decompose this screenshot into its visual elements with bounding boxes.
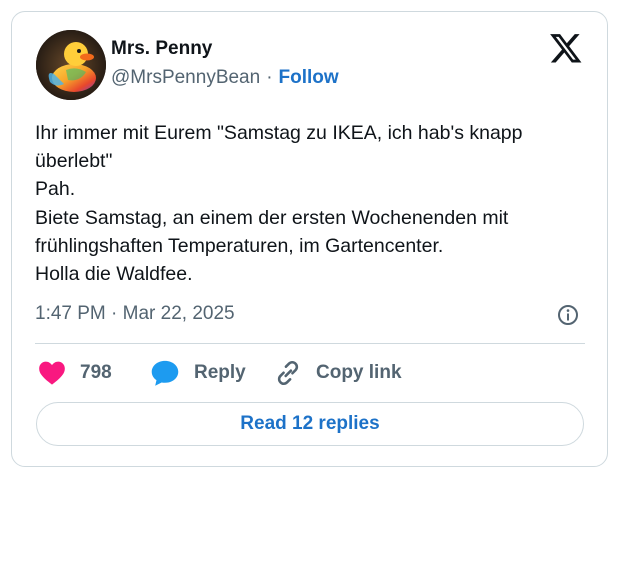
tweet-text-line: überlebt" xyxy=(35,150,113,173)
tweet-text-line: Biete Samstag, an einem der ersten Woche… xyxy=(35,206,509,229)
speech-bubble-icon xyxy=(151,360,179,386)
tweet-text-line: Ihr immer mit Eurem "Samstag zu IKEA, ic… xyxy=(35,122,523,144)
info-icon[interactable] xyxy=(556,303,580,327)
copy-link-label: Copy link xyxy=(316,362,402,383)
author-handle-row: @MrsPennyBean · Follow xyxy=(111,66,339,90)
follow-button[interactable]: Follow xyxy=(279,67,339,88)
divider xyxy=(35,343,585,344)
avatar[interactable] xyxy=(36,30,106,100)
reply-button[interactable]: Reply xyxy=(150,359,246,387)
author-name[interactable]: Mrs. Penny xyxy=(111,37,212,61)
like-count: 798 xyxy=(80,362,112,383)
tweet-text: Ihr immer mit Eurem "Samstag zu IKEA, ic… xyxy=(35,119,575,288)
tweet-card: Mrs. Penny @MrsPennyBean · Follow Ihr imme… xyxy=(11,11,608,467)
copy-link-button[interactable]: Copy link xyxy=(274,359,402,387)
like-button[interactable]: 798 xyxy=(38,359,112,387)
separator-dot: · xyxy=(266,67,273,88)
tweet-timestamp[interactable]: 1:47 PM · Mar 22, 2025 xyxy=(35,302,235,326)
tweet-text-line: frühlingshaften Temperaturen, im Gartenc… xyxy=(35,234,444,257)
link-icon xyxy=(277,360,299,386)
x-logo-icon[interactable] xyxy=(549,33,583,65)
reply-label: Reply xyxy=(194,362,246,383)
read-replies-button[interactable]: Read 12 replies xyxy=(36,402,584,446)
tweet-text-line: Holla die Waldfee. xyxy=(35,263,193,286)
author-handle[interactable]: @MrsPennyBean xyxy=(111,67,260,88)
heart-icon xyxy=(39,361,65,385)
tweet-text-line: Pah. xyxy=(35,178,76,201)
